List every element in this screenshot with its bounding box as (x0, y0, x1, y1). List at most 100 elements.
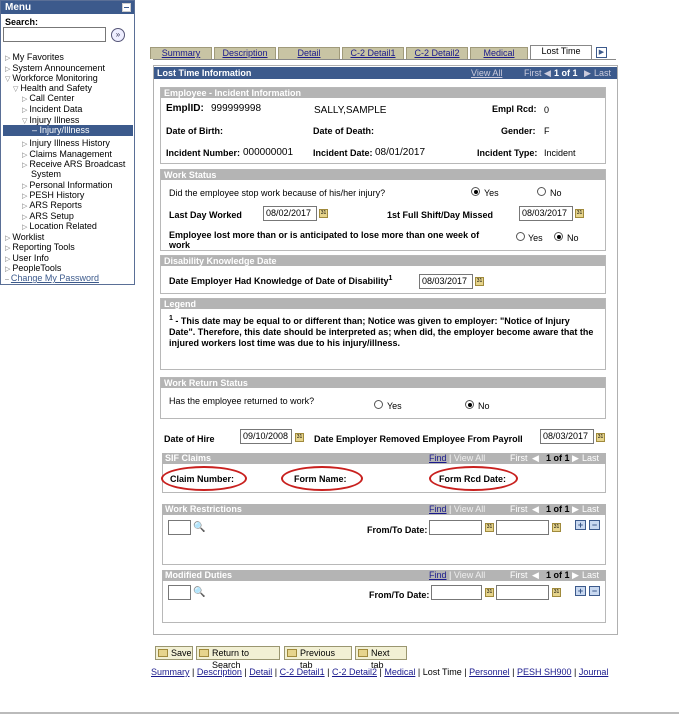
menu-item-change-password[interactable]: – Change My Password (5, 273, 99, 285)
tab-summary[interactable]: Summary (150, 47, 212, 59)
find-link[interactable]: Find (429, 570, 447, 580)
link-description[interactable]: Description (197, 667, 242, 677)
search-go-icon[interactable]: » (111, 27, 125, 42)
incident-number-label: Incident Number: (166, 148, 241, 158)
return-to-search-button[interactable]: Return to Search (196, 646, 280, 670)
tab-detail[interactable]: Detail (278, 47, 340, 59)
stop-work-question: Did the employee stop work because of hi… (169, 188, 386, 198)
menu-search-input[interactable] (3, 27, 106, 42)
menu-item-injury-illness-selected[interactable]: – Injury/Illness (3, 125, 133, 136)
save-button[interactable]: Save (155, 646, 193, 660)
tab-description[interactable]: Description (214, 47, 276, 59)
first-arrow-icon[interactable]: ◀ (532, 453, 539, 464)
calendar-icon[interactable]: 31 (575, 209, 584, 218)
md-code-input[interactable] (168, 585, 191, 600)
calendar-icon[interactable]: 31 (552, 523, 561, 532)
calendar-icon[interactable]: 31 (485, 588, 494, 597)
wr-last[interactable]: Last (582, 504, 599, 515)
add-row-icon[interactable]: + (575, 520, 586, 530)
expand-arrow-icon: ▷ (22, 214, 28, 221)
calendar-icon[interactable]: 31 (475, 277, 484, 286)
last-arrow-icon[interactable]: ▶ (572, 504, 579, 515)
dash-icon: – (5, 276, 9, 283)
tab-next-arrow-icon[interactable]: ▶ (596, 47, 607, 58)
view-all-link[interactable]: View All (454, 453, 485, 463)
tab-c2-detail1[interactable]: C-2 Detail1 (342, 47, 404, 59)
last-link[interactable]: Last (594, 67, 611, 79)
stop-work-no-radio[interactable] (537, 187, 546, 196)
link-c2-detail1[interactable]: C-2 Detail1 (280, 667, 325, 677)
previous-tab-button[interactable]: Previous tab (284, 646, 352, 670)
expand-arrow-icon: ▷ (5, 266, 11, 273)
link-c2-detail2[interactable]: C-2 Detail2 (332, 667, 377, 677)
view-all-link[interactable]: View All (471, 67, 502, 79)
expand-arrow-icon: ▷ (22, 183, 28, 190)
last-arrow-icon[interactable]: ▶ (572, 453, 579, 464)
tab-lost-time[interactable]: Lost Time (530, 45, 592, 59)
calendar-icon[interactable]: 31 (295, 433, 304, 442)
link-pesh-sh900[interactable]: PESH SH900 (517, 667, 572, 677)
incident-type-label: Incident Type: (477, 148, 538, 158)
link-detail[interactable]: Detail (249, 667, 272, 677)
work-return-title: Work Return Status (161, 378, 605, 388)
work-restrictions-header: Work Restrictions Find | View All First … (162, 504, 606, 515)
last-arrow-icon[interactable]: ▶ (584, 67, 591, 79)
empl-rcd-label: Empl Rcd: (492, 104, 537, 114)
lookup-icon[interactable]: 🔍 (193, 587, 205, 598)
delete-row-icon[interactable]: − (589, 520, 600, 530)
first-arrow-icon[interactable]: ◀ (532, 570, 539, 581)
incident-date-value: 08/01/2017 (375, 147, 426, 158)
link-summary[interactable]: Summary (151, 667, 190, 677)
find-link[interactable]: Find (429, 453, 447, 463)
return-no-radio[interactable] (465, 400, 474, 409)
lost-week-question: Employee lost more than or is anticipate… (169, 230, 480, 240)
first-link[interactable]: First (524, 67, 542, 79)
stop-work-yes-radio[interactable] (471, 187, 480, 196)
dob-label: Date of Birth: (166, 126, 223, 136)
sif-first[interactable]: First (510, 453, 528, 464)
annotation-oval (281, 466, 363, 491)
add-row-icon[interactable]: + (575, 586, 586, 596)
disability-label: Date Employer Had Knowledge of Date of D… (169, 275, 393, 286)
last-arrow-icon[interactable]: ▶ (572, 570, 579, 581)
hire-date-input[interactable]: 09/10/2008 (240, 429, 292, 444)
tab-c2-detail2[interactable]: C-2 Detail2 (406, 47, 468, 59)
calendar-icon[interactable]: 31 (485, 523, 494, 532)
find-link[interactable]: Find (429, 504, 447, 514)
md-to-date-input[interactable] (496, 585, 549, 600)
next-tab-button[interactable]: Next tab (355, 646, 407, 670)
calendar-icon[interactable]: 31 (552, 588, 561, 597)
md-last[interactable]: Last (582, 570, 599, 581)
wr-to-date-input[interactable] (496, 520, 549, 535)
calendar-icon[interactable]: 31 (319, 209, 328, 218)
link-personnel[interactable]: Personnel (469, 667, 510, 677)
tab-medical[interactable]: Medical (470, 47, 528, 59)
stop-work-yes-label: Yes (484, 188, 499, 198)
view-all-link[interactable]: View All (454, 504, 485, 514)
first-arrow-icon[interactable]: ◀ (532, 504, 539, 515)
last-day-worked-input[interactable]: 08/02/2017 (263, 206, 317, 221)
sif-last[interactable]: Last (582, 453, 599, 464)
md-first[interactable]: First (510, 570, 528, 581)
disability-date-input[interactable]: 08/03/2017 (419, 274, 473, 289)
wr-code-input[interactable] (168, 520, 191, 535)
annotation-oval (429, 466, 518, 491)
first-missed-input[interactable]: 08/03/2017 (519, 206, 573, 221)
lookup-icon[interactable]: 🔍 (193, 522, 205, 533)
view-all-link[interactable]: View All (454, 570, 485, 580)
return-yes-label: Yes (387, 401, 402, 411)
wr-first[interactable]: First (510, 504, 528, 515)
lost-week-yes-radio[interactable] (516, 232, 525, 241)
md-from-date-input[interactable] (431, 585, 482, 600)
calendar-icon[interactable]: 31 (596, 433, 605, 442)
removed-payroll-input[interactable]: 08/03/2017 (540, 429, 594, 444)
delete-row-icon[interactable]: − (589, 586, 600, 596)
collapse-icon[interactable] (122, 3, 131, 12)
link-medical[interactable]: Medical (384, 667, 415, 677)
link-journal[interactable]: Journal (579, 667, 609, 677)
first-arrow-icon[interactable]: ◀ (544, 67, 551, 79)
return-yes-radio[interactable] (374, 400, 383, 409)
wr-from-date-input[interactable] (429, 520, 482, 535)
lost-week-no-radio[interactable] (554, 232, 563, 241)
menu-item-receive-ars-cont[interactable]: System (31, 169, 61, 179)
